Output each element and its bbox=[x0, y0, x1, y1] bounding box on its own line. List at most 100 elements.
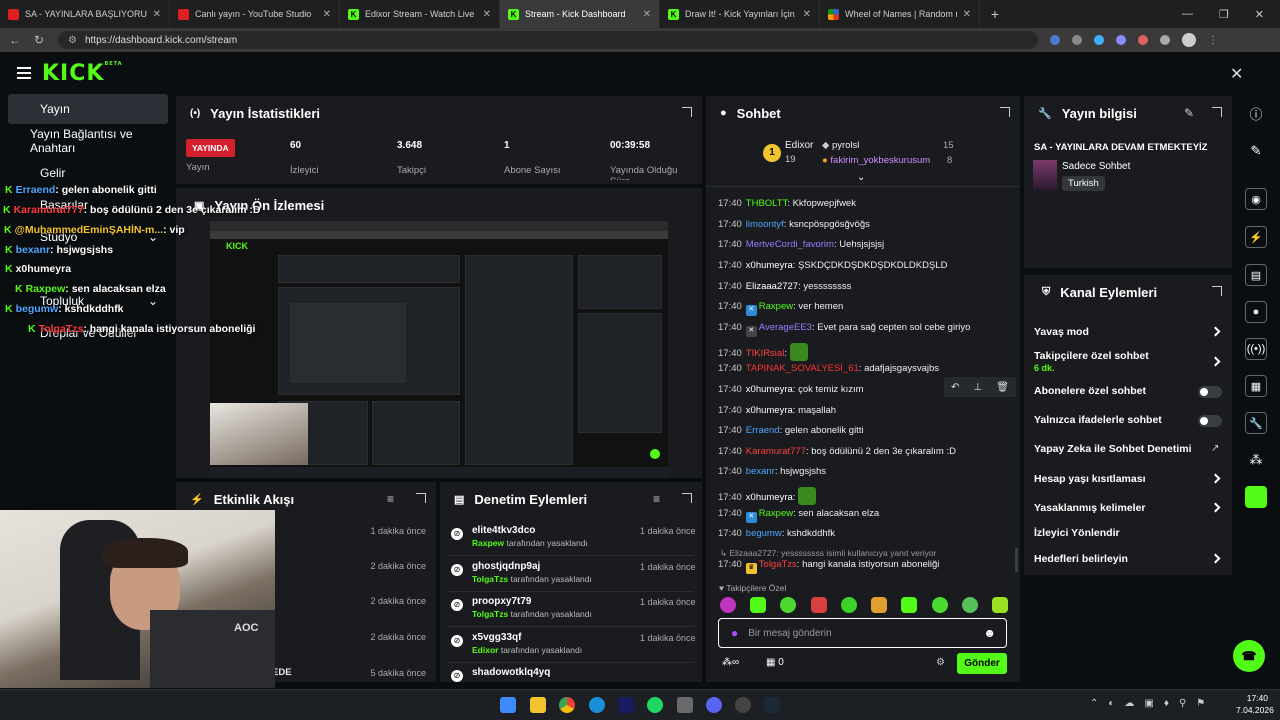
leader-name[interactable]: ◆ pyrolsl bbox=[822, 140, 859, 151]
chat-username[interactable]: bexanr bbox=[746, 466, 775, 477]
rail-lightning-button[interactable]: ⚡ bbox=[1236, 220, 1276, 254]
obs-icon[interactable] bbox=[735, 697, 751, 713]
community-points-icon[interactable]: ⁂∞ bbox=[722, 657, 739, 668]
emote-tab-label[interactable]: ♥ Takipçilere Özel bbox=[719, 583, 786, 593]
chat-message[interactable]: 17:40 MertveCordi_favorim: Uehsjsjsjsj bbox=[718, 239, 884, 250]
close-tab-icon[interactable]: ✕ bbox=[963, 9, 971, 20]
hamburger-menu-icon[interactable] bbox=[17, 67, 31, 79]
system-tray[interactable]: ⌃◐☁▣♦⚲⚑ bbox=[1090, 698, 1215, 709]
channel-action-3[interactable]: Yalnızca ifadelerle sohbet bbox=[1034, 414, 1162, 426]
emote[interactable] bbox=[871, 597, 888, 613]
moderator-name[interactable]: TolgaTzs bbox=[472, 609, 508, 619]
chat-message[interactable]: 17:40 ♛ TolgaTzs: hangi kanala istiyorsun … bbox=[718, 559, 939, 574]
emote[interactable] bbox=[810, 597, 827, 613]
rail-document-button[interactable]: ▤ bbox=[1236, 258, 1276, 292]
category-thumbnail[interactable] bbox=[1033, 160, 1057, 190]
emote[interactable] bbox=[720, 597, 736, 613]
close-dashboard-icon[interactable]: ✕ bbox=[1230, 64, 1243, 84]
moderator-name[interactable]: TolgaTzs bbox=[472, 574, 508, 584]
channel-action-2[interactable]: Abonelere özel sohbet bbox=[1034, 385, 1146, 397]
community-icon[interactable]: ⁂ bbox=[1236, 443, 1276, 477]
toggle-switch[interactable] bbox=[1198, 386, 1222, 398]
file-explorer-icon[interactable] bbox=[530, 697, 546, 713]
close-tab-icon[interactable]: ✕ bbox=[483, 9, 491, 20]
tab-wheel-of-names[interactable]: Wheel of Names | Random name p✕ bbox=[820, 0, 980, 28]
close-tab-icon[interactable]: ✕ bbox=[643, 9, 651, 20]
moderator-name[interactable]: Edixor bbox=[472, 645, 498, 655]
url-field[interactable]: ⚙ https://dashboard.kick.com/stream bbox=[58, 31, 1038, 49]
popout-icon[interactable] bbox=[1000, 107, 1010, 117]
discord-icon[interactable] bbox=[706, 697, 722, 713]
chat-message[interactable]: 17:40 bexanr: hsjwgsjshs bbox=[718, 466, 826, 477]
extension-icon[interactable] bbox=[1072, 35, 1082, 45]
leader-name[interactable]: ● fakirim_yokbeskurusum bbox=[822, 155, 930, 166]
channel-action-1[interactable]: Takipçilere özel sohbet 6 dk. bbox=[1034, 350, 1149, 373]
banned-user[interactable]: ghostjqdnp9aj bbox=[472, 561, 540, 572]
emote[interactable] bbox=[789, 342, 808, 361]
back-icon[interactable]: ← bbox=[6, 33, 24, 47]
spotify-icon[interactable] bbox=[647, 697, 663, 713]
close-tab-icon[interactable]: ✕ bbox=[323, 9, 331, 20]
clock[interactable]: 17:40 7.04.2026 bbox=[1236, 693, 1274, 715]
channel-action-6[interactable]: Yasaklanmış kelimeler bbox=[1034, 502, 1146, 514]
external-link-icon[interactable]: ↗ bbox=[1211, 443, 1219, 454]
popout-icon[interactable] bbox=[416, 493, 426, 503]
chat-message[interactable]: 17:40 x0humeyra: çok temiz kızım bbox=[718, 384, 864, 395]
rail-broadcast-button[interactable]: ((•)) bbox=[1236, 332, 1276, 366]
stream-preview-video[interactable]: KICK bbox=[210, 221, 668, 477]
extension-icon[interactable] bbox=[1160, 35, 1170, 45]
tab-youtube-live[interactable]: SA - YAYINLARA BAŞLIYORUM - Yo✕ bbox=[0, 0, 170, 28]
microphone-icon[interactable]: ● bbox=[731, 626, 738, 640]
premiere-icon[interactable] bbox=[618, 697, 634, 713]
chat-username[interactable]: TAPINAK_SOVALYESİ_61 bbox=[746, 363, 859, 374]
chat-username[interactable]: Raxpew bbox=[759, 508, 793, 519]
rail-app-button[interactable] bbox=[1236, 480, 1276, 514]
channel-action-5[interactable]: Hesap yaşı kısıtlaması bbox=[1034, 473, 1146, 485]
extension-icon[interactable] bbox=[1094, 35, 1104, 45]
chat-username[interactable]: Erraend bbox=[746, 425, 780, 436]
tab-youtube-studio[interactable]: Canlı yayın - YouTube Studio ✕ bbox=[170, 0, 340, 28]
chat-username[interactable]: TIKIRsial bbox=[746, 348, 785, 359]
channel-action-7[interactable]: İzleyici Yönlendir bbox=[1034, 527, 1120, 539]
filter-icon[interactable]: ≡ bbox=[653, 492, 660, 506]
emote[interactable] bbox=[750, 597, 767, 613]
help-chat-button[interactable]: ☎ bbox=[1233, 640, 1265, 672]
minimize-button[interactable]: — bbox=[1182, 8, 1193, 21]
chat-username[interactable]: Elizaaa2727 bbox=[746, 281, 798, 292]
edit-icon[interactable]: ✎ bbox=[1184, 106, 1194, 120]
toggle-switch[interactable] bbox=[1198, 415, 1222, 427]
moderator-name[interactable]: Raxpew bbox=[472, 538, 504, 548]
edge-icon[interactable] bbox=[589, 697, 605, 713]
emoji-icon[interactable]: ☻ bbox=[983, 626, 996, 640]
chat-message[interactable]: 17:40 ✕ AverageEE3: Evet para sağ cepten s… bbox=[718, 322, 970, 337]
chat-message[interactable]: 17:40 Erraend: gelen abonelik gitti bbox=[718, 425, 864, 436]
points-indicator[interactable]: ▦ 0 bbox=[766, 657, 784, 668]
chat-message[interactable]: 17:40 THBOLTT: Kkfopwepjfwek bbox=[718, 198, 856, 209]
app-icon[interactable] bbox=[677, 697, 693, 713]
chat-message[interactable]: 17:40 TAPINAK_SOVALYESİ_61: adafjajsgaysv… bbox=[718, 363, 939, 374]
edit-pen-icon[interactable]: ✎ bbox=[1236, 134, 1276, 168]
extension-icon[interactable] bbox=[1050, 35, 1060, 45]
tab-kick-dashboard[interactable]: K Stream - Kick Dashboard ✕ bbox=[500, 0, 660, 28]
emote[interactable] bbox=[840, 597, 857, 613]
banned-user[interactable]: elite4tkv3dco bbox=[472, 525, 535, 536]
leader-name[interactable]: Edixor bbox=[785, 140, 813, 151]
chat-message[interactable]: 17:40 TIKIRsial: bbox=[718, 342, 808, 361]
chat-username[interactable]: x0humeyra bbox=[746, 492, 793, 503]
tab-draw-it[interactable]: KDraw It! - Kick Yayınları İçin Çizim✕ bbox=[660, 0, 820, 28]
chat-settings-icon[interactable]: ⚙ bbox=[936, 657, 945, 668]
menu-icon[interactable]: ⋮ bbox=[1208, 35, 1218, 46]
info-icon[interactable]: ⓘ bbox=[1236, 96, 1276, 130]
chat-message[interactable]: 17:40 ✕ Raxpew: ver hemen bbox=[718, 301, 843, 317]
category-name[interactable]: Sadece Sohbet bbox=[1062, 161, 1130, 172]
new-tab-button[interactable]: + bbox=[980, 6, 1010, 22]
rail-wrench-button[interactable]: 🔧 bbox=[1236, 406, 1276, 440]
filter-icon[interactable]: ≡ bbox=[387, 492, 394, 506]
chat-message[interactable]: 17:40 ✕ Raxpew: sen alacaksan elza bbox=[718, 508, 879, 523]
banned-user[interactable]: proopxy7t79 bbox=[472, 596, 531, 607]
kick-logo[interactable]: KICKBETA bbox=[42, 61, 123, 86]
channel-action-8[interactable]: Hedefleri belirleyin bbox=[1034, 553, 1128, 565]
channel-action-4[interactable]: Yapay Zeka ile Sohbet Denetimi bbox=[1034, 443, 1192, 455]
site-info-icon[interactable]: ⚙ bbox=[68, 35, 77, 46]
close-tab-icon[interactable]: ✕ bbox=[153, 9, 161, 20]
